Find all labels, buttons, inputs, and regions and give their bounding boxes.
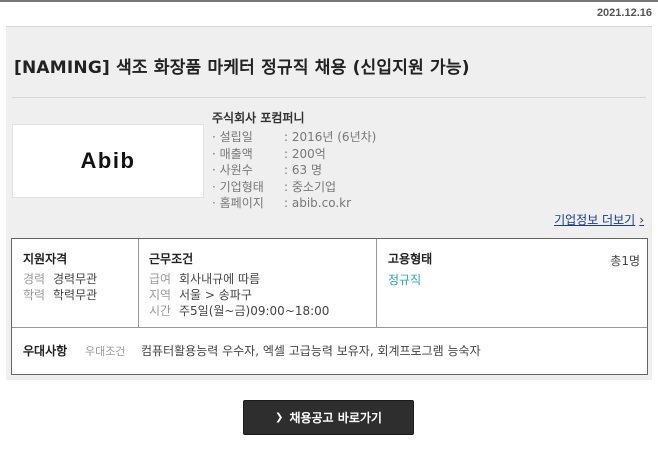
fact-homepage: · 홈페이지 : abib.co.kr: [212, 195, 376, 212]
fact-revenue: · 매출액 : 200억: [212, 146, 376, 163]
company-logo[interactable]: Abib: [12, 124, 204, 198]
qualification-row: 학력 학력무관: [23, 287, 97, 303]
conditions-cell: 근무조건 급여 회사내규에 따름 지역 서울 > 송파구 시간 주5일(월~금)…: [149, 250, 329, 319]
row-value: 회사내규에 따름: [179, 272, 261, 286]
company-facts-list: · 설립일 : 2016년 (6년차) · 매출액 : 200억 · 사원수 :…: [212, 129, 376, 212]
job-posting-panel: [NAMING] 색조 화장품 마케터 정규직 채용 (신입지원 가능) Abi…: [6, 26, 652, 380]
fact-company-type: · 기업형태 : 중소기업: [212, 179, 376, 196]
row-value: 주5일(월~금)09:00~18:00: [179, 304, 330, 318]
fact-value: : 63 명: [284, 163, 322, 177]
headcount: 총1명: [610, 254, 640, 268]
fact-value: : abib.co.kr: [284, 196, 352, 210]
row-key: 경력: [23, 272, 46, 286]
fact-value: : 중소기업: [284, 179, 337, 194]
fact-employees: · 사원수 : 63 명: [212, 162, 376, 179]
preferred-value: 컴퓨터활용능력 우수자, 엑셀 고급능력 보유자, 회계프로그램 능숙자: [141, 344, 481, 358]
qualification-cell: 지원자격 경력 경력무관 학력 학력무관: [23, 250, 97, 303]
go-to-job-posting-button[interactable]: ❯ 채용공고 바로가기: [243, 400, 414, 435]
preferred-title: 우대사항: [23, 344, 68, 358]
fact-label: · 설립일: [212, 130, 253, 144]
row-value: 경력무관: [53, 272, 98, 286]
row-value: 학력무관: [53, 288, 98, 302]
employment-type-value: 정규직: [388, 273, 422, 287]
fact-label: · 기업형태: [212, 179, 264, 194]
chevron-right-icon: ›: [639, 212, 644, 227]
requirements-table: 지원자격 경력 경력무관 학력 학력무관 근무조건 급여 회사내규에 따름 지역…: [11, 238, 648, 375]
fact-label: · 사원수: [212, 163, 253, 177]
employment-cell: 고용형태 정규직: [388, 250, 432, 288]
fact-value: : 2016년 (6년차): [284, 130, 377, 144]
top-rule: [0, 0, 658, 2]
fact-label: · 매출액: [212, 146, 253, 161]
conditions-row: 시간 주5일(월~금)09:00~18:00: [149, 303, 329, 319]
fact-value: : 200억: [284, 146, 326, 161]
title-divider: [12, 97, 646, 98]
qualification-title: 지원자격: [23, 252, 68, 266]
row-key: 급여: [149, 272, 172, 286]
preferred-key: 우대조건: [85, 345, 126, 358]
row-key: 학력: [23, 288, 46, 302]
chevron-right-icon: ❯: [275, 412, 284, 423]
conditions-row: 급여 회사내규에 따름: [149, 271, 329, 287]
fact-founded: · 설립일 : 2016년 (6년차): [212, 129, 376, 146]
qualification-row: 경력 경력무관: [23, 271, 97, 287]
post-date: 2021.12.16: [596, 7, 652, 19]
cta-label: 채용공고 바로가기: [289, 411, 382, 425]
conditions-row: 지역 서울 > 송파구: [149, 287, 329, 303]
job-title[interactable]: [NAMING] 색조 화장품 마케터 정규직 채용 (신입지원 가능): [14, 53, 470, 78]
employment-title: 고용형태: [388, 252, 433, 266]
row-key: 시간: [149, 304, 172, 318]
column-divider: [376, 239, 377, 327]
company-name[interactable]: 주식회사 포컴퍼니: [212, 109, 305, 126]
conditions-title: 근무조건: [149, 252, 194, 266]
company-info-more-link[interactable]: 기업정보 더보기 ›: [554, 211, 644, 228]
fact-label: · 홈페이지: [212, 196, 264, 210]
row-value: 서울 > 송파구: [179, 288, 252, 302]
column-divider: [138, 239, 139, 327]
row-divider: [12, 327, 647, 328]
preferred-row: 우대사항 우대조건 컴퓨터활용능력 우수자, 엑셀 고급능력 보유자, 회계프로…: [23, 342, 481, 359]
row-key: 지역: [149, 288, 172, 302]
company-info-more-label: 기업정보 더보기: [554, 213, 636, 227]
company-logo-text: Abib: [80, 148, 136, 173]
